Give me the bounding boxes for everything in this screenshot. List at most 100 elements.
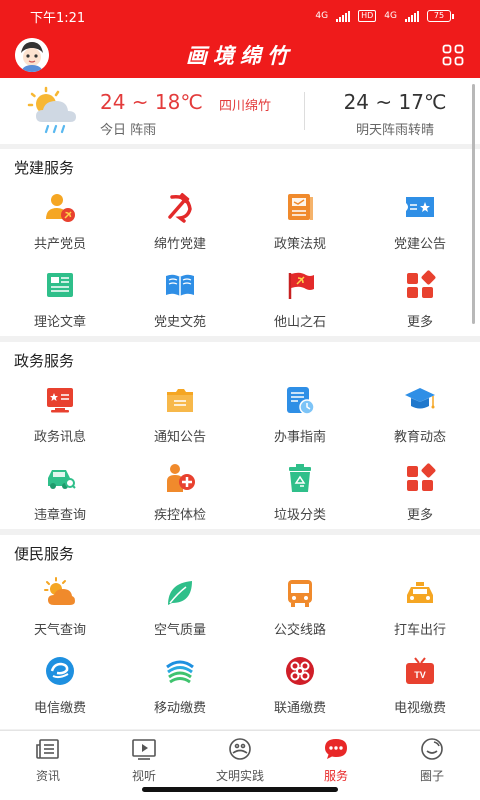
open-book-icon <box>166 274 194 296</box>
service-label: 办事指南 <box>273 430 326 445</box>
weather-card[interactable]: 24 ~ 18℃ 四川绵竹 今日 阵雨 24 ~ 17℃ 明天阵雨转晴 <box>0 78 480 144</box>
tomorrow-temperature: 24 ~ 17℃ <box>343 90 447 114</box>
nav-label: 服务 <box>323 769 348 783</box>
service-label: 更多 <box>406 315 433 330</box>
health-check-icon <box>167 464 195 492</box>
telecom-icon <box>46 657 74 685</box>
article-icon <box>47 273 73 297</box>
nav-label: 资讯 <box>35 769 60 783</box>
service-label: 党建公告 <box>393 237 446 252</box>
service-label: 联通缴费 <box>273 701 326 716</box>
service-mianzhu-party[interactable]: 绵竹党建 <box>120 191 240 261</box>
app-header: 画境绵竹 <box>0 32 480 78</box>
service-label: 政策法规 <box>273 237 326 252</box>
service-education[interactable]: 教育动态 <box>360 384 480 454</box>
battery-level: 75 <box>427 10 451 22</box>
policy-book-icon <box>288 194 313 220</box>
service-garbage[interactable]: 垃圾分类 <box>240 462 360 532</box>
rain-cloud-icon <box>26 86 80 136</box>
service-label: 移动缴费 <box>153 701 206 716</box>
service-party-more[interactable]: 更多 <box>360 269 480 339</box>
service-gov-news[interactable]: 政务讯息 <box>0 384 120 454</box>
folder-notice-icon <box>167 389 193 412</box>
battery-icon: 75 <box>427 10 454 22</box>
service-party-history[interactable]: 党史文苑 <box>120 269 240 339</box>
service-party-member[interactable]: 共产党员 <box>0 191 120 261</box>
status-icons: 4G HD 4G 75 <box>315 10 454 22</box>
network-label-1: 4G <box>315 11 329 21</box>
scrollbar[interactable] <box>472 84 475 324</box>
service-violation[interactable]: 违章查询 <box>0 462 120 532</box>
service-gov-more[interactable]: 更多 <box>360 462 480 532</box>
gov-services-section: 政务服务 政务讯息 通知公告 办事指南 教育动态 违章查询 疾控体检 垃圾分类 … <box>0 342 480 529</box>
service-health-check[interactable]: 疾控体检 <box>120 462 240 532</box>
service-gov-notice[interactable]: 通知公告 <box>120 384 240 454</box>
service-theory[interactable]: 理论文章 <box>0 269 120 339</box>
weather-icon <box>44 577 75 605</box>
service-label: 违章查询 <box>33 508 86 523</box>
recycle-bin-icon <box>289 464 311 492</box>
service-tv[interactable]: TV 电视缴费 <box>360 655 480 725</box>
service-label: 天气查询 <box>33 623 86 638</box>
graduation-cap-icon <box>405 388 435 409</box>
service-label: 垃圾分类 <box>273 508 326 523</box>
top-bar: 下午1:21 4G HD 4G 75 画境绵竹 <box>0 0 480 78</box>
weather-divider <box>304 92 305 130</box>
app-title: 画境绵竹 <box>186 43 294 68</box>
service-taxi[interactable]: 打车出行 <box>360 577 480 647</box>
today-temperature: 24 ~ 18℃ <box>100 90 203 114</box>
home-indicator[interactable] <box>142 787 338 792</box>
grid-menu-icon[interactable] <box>442 44 464 66</box>
section-title: 政务服务 <box>14 352 75 370</box>
section-title: 便民服务 <box>14 545 75 563</box>
hammer-sickle-icon <box>168 192 192 223</box>
nav-news[interactable]: 资讯 <box>0 737 96 784</box>
service-telecom[interactable]: 电信缴费 <box>0 655 120 725</box>
service-label: 打车出行 <box>393 623 446 638</box>
service-label: 理论文章 <box>33 315 86 330</box>
unicom-icon <box>286 657 314 685</box>
taxi-icon <box>407 582 433 603</box>
tv-icon: TV <box>406 657 434 684</box>
bus-icon <box>288 580 312 607</box>
status-bar: 下午1:21 4G HD 4G 75 <box>0 0 480 32</box>
hd-badge: HD <box>358 10 377 22</box>
nav-label: 圈子 <box>419 769 444 783</box>
location-label: 四川绵竹 <box>219 99 272 114</box>
more-icon <box>407 463 436 491</box>
service-label: 更多 <box>406 508 433 523</box>
service-party-notice[interactable]: 党建公告 <box>360 191 480 261</box>
signal-icon-2 <box>405 10 419 22</box>
notice-card-icon <box>406 197 434 217</box>
gov-news-icon <box>47 388 73 413</box>
service-guide[interactable]: 办事指南 <box>240 384 360 454</box>
leaf-icon <box>168 581 192 605</box>
service-others-stone[interactable]: 他山之石 <box>240 269 360 339</box>
service-bus[interactable]: 公交线路 <box>240 577 360 647</box>
service-mobile[interactable]: 移动缴费 <box>120 655 240 725</box>
nav-label: 视听 <box>131 769 156 783</box>
service-label: 电信缴费 <box>33 701 86 716</box>
service-policy[interactable]: 政策法规 <box>240 191 360 261</box>
svg-text:TV: TV <box>414 670 426 680</box>
service-unicom[interactable]: 联通缴费 <box>240 655 360 725</box>
service-air-quality[interactable]: 空气质量 <box>120 577 240 647</box>
tomorrow-weather-desc: 明天阵雨转晴 <box>355 123 434 138</box>
nav-video[interactable]: 视听 <box>96 737 192 784</box>
nav-civilization[interactable]: 文明实践 <box>192 737 288 784</box>
service-label: 政务讯息 <box>33 430 86 445</box>
service-label: 共产党员 <box>33 237 86 252</box>
signal-icon <box>336 10 351 22</box>
civilization-icon <box>229 738 251 760</box>
service-label: 电视缴费 <box>393 701 446 716</box>
news-icon <box>36 739 59 759</box>
nav-circle[interactable]: 圈子 <box>384 737 480 784</box>
service-label: 绵竹党建 <box>153 237 206 252</box>
party-member-icon <box>46 194 75 222</box>
service-label: 党史文苑 <box>153 315 206 330</box>
service-weather[interactable]: 天气查询 <box>0 577 120 647</box>
network-label-2: 4G <box>384 11 397 21</box>
people-services-section: 便民服务 天气查询 空气质量 公交线路 打车出行 电信缴费 移动缴费 联通缴费 … <box>0 535 480 729</box>
mobile-icon <box>166 660 194 684</box>
nav-service[interactable]: 服务 <box>288 737 384 784</box>
